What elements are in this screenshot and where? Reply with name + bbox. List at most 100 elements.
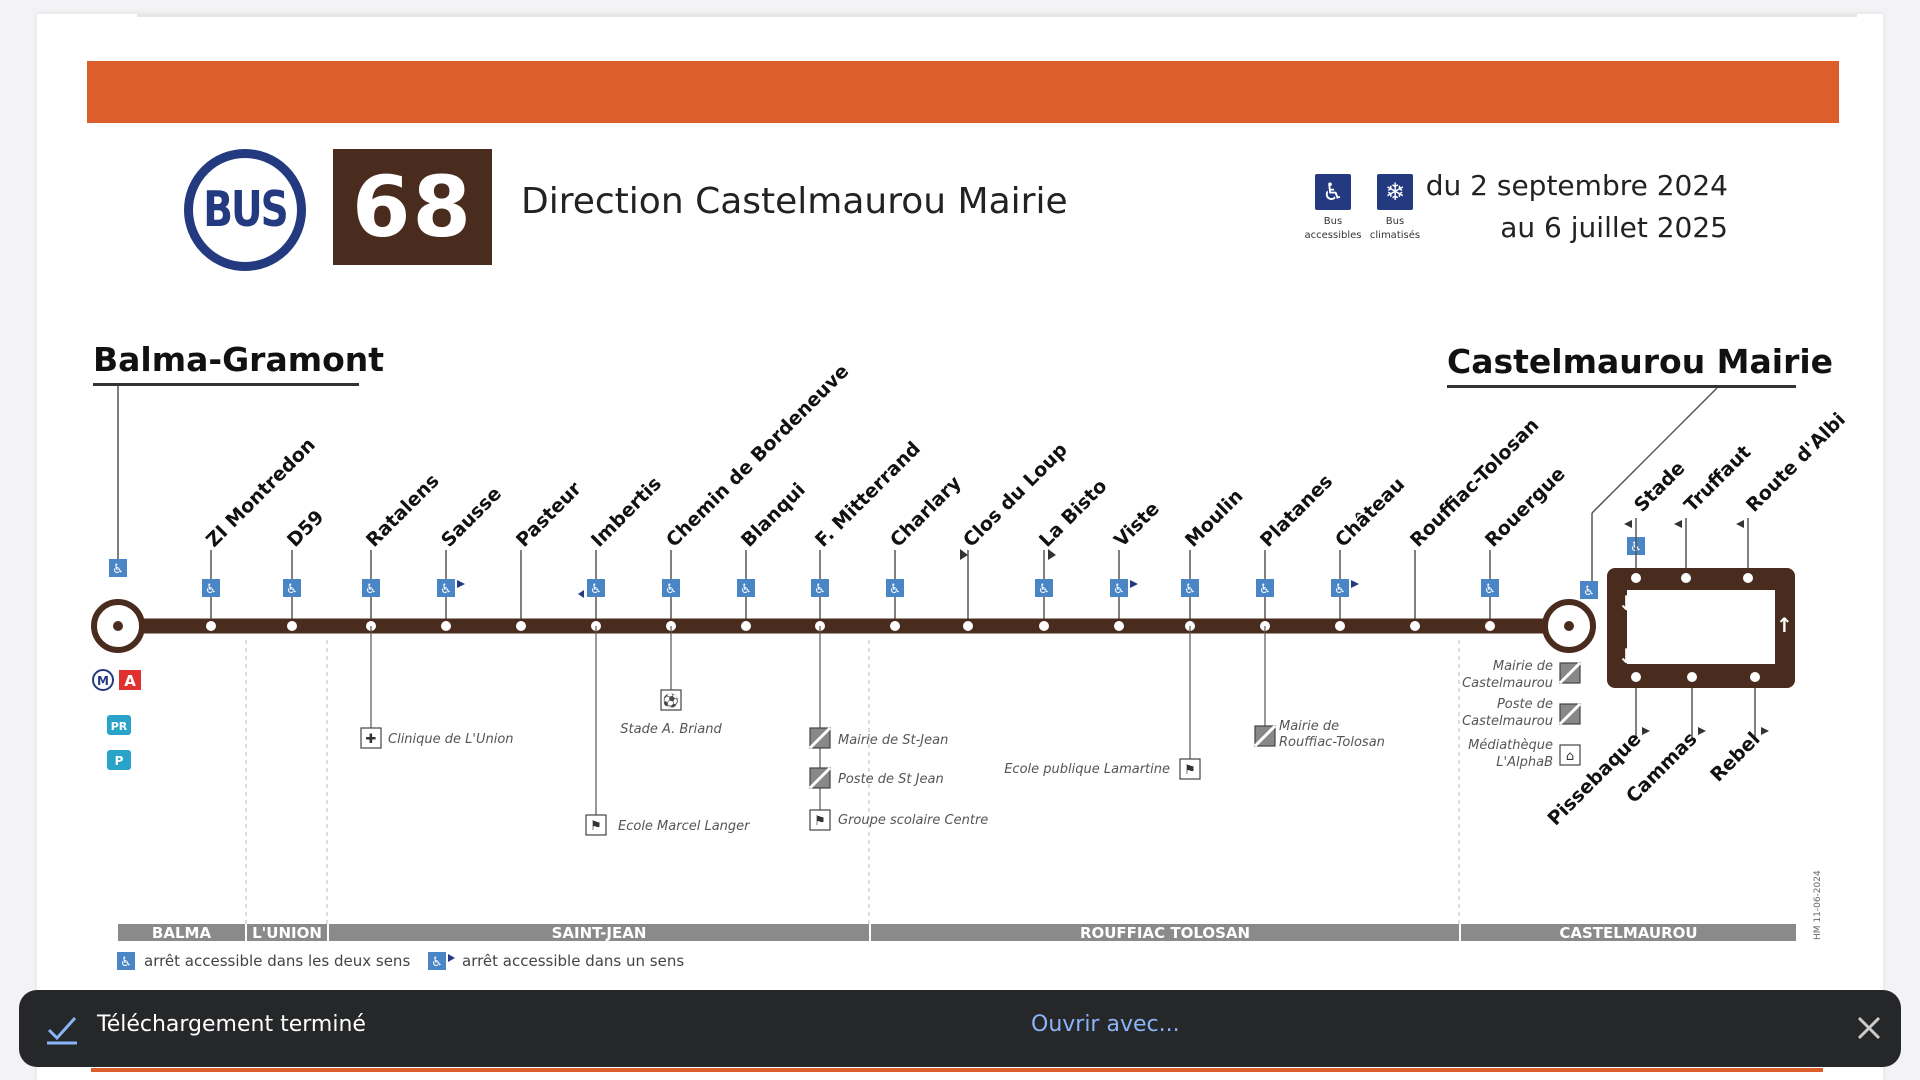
stop-dot: [1114, 621, 1124, 631]
stop-label: Rouffiac-Tolosan: [1406, 414, 1543, 551]
legend-both-label: arrêt accessible dans les deux sens: [144, 952, 410, 970]
stop-dot: [1039, 621, 1049, 631]
stop-label: Pasteur: [512, 477, 586, 551]
commune-label: SAINT-JEAN: [552, 924, 647, 942]
close-icon[interactable]: [1851, 1010, 1887, 1046]
svg-text:♿: ♿: [112, 562, 124, 577]
stop-dot: [441, 621, 451, 631]
svg-text:♿: ♿: [814, 582, 826, 597]
direction-arrow-icon: [1642, 727, 1650, 735]
stop-labels: ZI MontredonD59 RatalensSausse Pasteur Imbe…: [202, 360, 1570, 551]
stop-label: Château: [1331, 473, 1409, 551]
loop-arrow-up: ↑: [1776, 613, 1793, 637]
loop-stop-label: Rebel: [1706, 728, 1764, 786]
poi-label: Mairie de: [1493, 659, 1553, 674]
svg-text:♿: ♿: [365, 582, 377, 597]
svg-text:⌂: ⌂: [1566, 749, 1574, 764]
one-way-flag-icon: [960, 549, 968, 560]
svg-text:♿: ♿: [740, 582, 752, 597]
stop-dot: [206, 621, 216, 631]
loop-arrow-down: ↓: [1618, 591, 1635, 615]
direction-arrow-icon: [1736, 520, 1744, 528]
svg-text:♿: ♿: [889, 582, 901, 597]
check-icon: [47, 1016, 77, 1045]
transfer-badges: M A PR P: [92, 669, 141, 770]
commune-label: BALMA: [152, 924, 212, 942]
loop-stop-label: Route d'Albi: [1742, 409, 1850, 517]
direction-arrow-icon: [1624, 520, 1632, 528]
direction-arrow-icon: [1698, 727, 1706, 735]
svg-text:⚑: ⚑: [1184, 763, 1196, 778]
map-legend: ♿ arrêt accessible dans les deux sens ♿ …: [117, 952, 684, 970]
direction-arrow-icon: [1351, 580, 1359, 588]
stop-dot: [1485, 621, 1495, 631]
svg-text:♿: ♿: [1484, 582, 1496, 597]
poi-label: Mairie de St-Jean: [838, 733, 948, 748]
loop-stop-dot: [1681, 573, 1691, 583]
loop-arrow-down-2: ↓: [1618, 644, 1635, 668]
stop-label: Viste: [1110, 498, 1164, 552]
poi-label: Castelmaurou: [1462, 714, 1553, 729]
poi-label: Groupe scolaire Centre: [838, 813, 988, 828]
one-way-flag-icon: [1048, 549, 1056, 560]
svg-text:A: A: [124, 672, 136, 690]
direction-arrow-icon: [1761, 727, 1769, 735]
stop-dot: [1335, 621, 1345, 631]
loop-stop-dot: [1631, 672, 1641, 682]
svg-text:♿: ♿: [120, 955, 132, 970]
svg-text:⚑: ⚑: [814, 814, 826, 829]
direction-arrow-icon: [1674, 520, 1682, 528]
direction-arrow-icon: [1130, 580, 1138, 588]
svg-text:♿: ♿: [1113, 582, 1125, 597]
poi-label: Clinique de L'Union: [388, 732, 514, 747]
svg-text:♿: ♿: [1583, 584, 1595, 599]
stop-label: D59: [283, 506, 328, 551]
svg-text:♿: ♿: [286, 582, 298, 597]
poi-label: L'AlphaB: [1496, 755, 1553, 770]
loop-stop-dot: [1750, 672, 1760, 682]
toast-message: Téléchargement terminé: [97, 1012, 366, 1037]
stop-label: Ratalens: [362, 470, 444, 552]
commune-bands: BALMA L'UNION SAINT-JEAN ROUFFIAC TOLOSAN CA…: [118, 924, 1796, 942]
stop-label: La Bisto: [1035, 475, 1111, 551]
svg-text:♿: ♿: [1334, 582, 1346, 597]
poi-label: Médiathèque: [1468, 738, 1553, 753]
download-toast: Téléchargement terminé Ouvrir avec...: [19, 990, 1901, 1067]
points-of-interest: ✚ Clinique de L'Union ⚑ Ecole Marcel Langer…: [360, 626, 1582, 836]
open-with-button[interactable]: Ouvrir avec...: [1031, 1012, 1180, 1037]
stop-dot: [963, 621, 973, 631]
loop-block: ↓ ↓ ↑: [1607, 568, 1795, 688]
poi-label: Ecole Marcel Langer: [618, 819, 751, 834]
poi-label: Stade A. Briand: [620, 722, 722, 737]
svg-text:♿: ♿: [1038, 582, 1050, 597]
loop-stop-label: Pissebaque: [1543, 728, 1645, 830]
loop-stop-label: Truffaut: [1680, 441, 1755, 516]
svg-text:PR: PR: [111, 720, 128, 733]
poi-label: Poste de St Jean: [838, 772, 944, 787]
stop-dot: [516, 621, 526, 631]
svg-text:♿: ♿: [1259, 582, 1271, 597]
stop-label: Charlary: [886, 471, 966, 551]
stop-ticks: [210, 550, 1491, 626]
svg-text:♿: ♿: [1184, 582, 1196, 597]
svg-text:M: M: [97, 674, 109, 688]
loop-stop-dot: [1743, 573, 1753, 583]
stop-dot: [741, 621, 751, 631]
svg-text:♿: ♿: [590, 582, 602, 597]
direction-arrow-icon: [457, 580, 465, 588]
svg-text:⚽: ⚽: [662, 693, 679, 709]
commune-label: ROUFFIAC TOLOSAN: [1080, 924, 1250, 942]
poi-label: Rouffiac-Tolosan: [1279, 735, 1385, 750]
commune-label: CASTELMAUROU: [1559, 924, 1697, 942]
svg-text:P: P: [115, 754, 124, 768]
svg-text:✚: ✚: [366, 732, 377, 747]
poi-label: Mairie de: [1279, 719, 1339, 734]
stop-dot: [1410, 621, 1420, 631]
stop-label: Platanes: [1256, 470, 1337, 551]
stop-label: Moulin: [1181, 485, 1248, 552]
commune-label: L'UNION: [252, 924, 322, 942]
legend-one-label: arrêt accessible dans un sens: [462, 952, 684, 970]
poi-label: Poste de: [1497, 697, 1553, 712]
poi-label: Castelmaurou: [1462, 676, 1553, 691]
direction-arrow-icon: [578, 590, 584, 598]
